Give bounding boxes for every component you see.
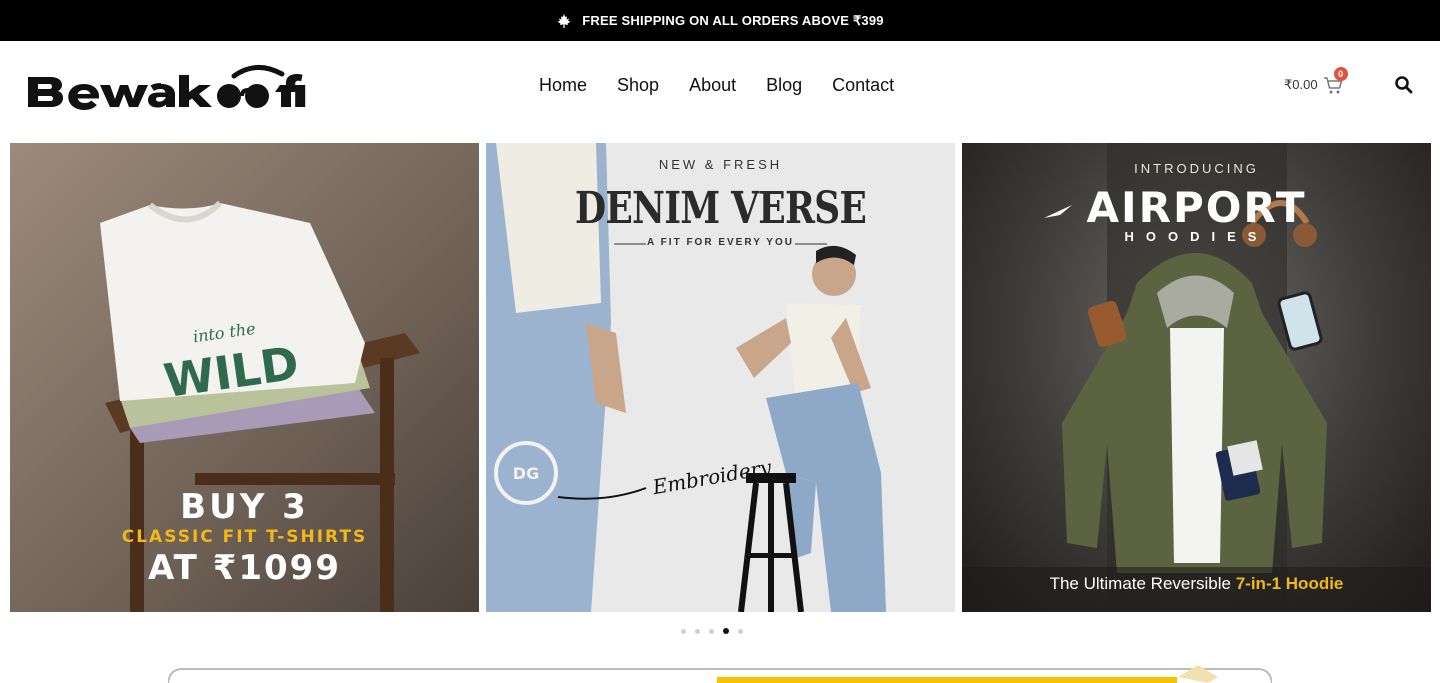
carousel-dot-3[interactable] [709, 628, 714, 634]
announcement-text: FREE SHIPPING ON ALL ORDERS ABOVE ₹399 [582, 12, 884, 28]
carousel-dots [681, 628, 743, 634]
site-header: Home Shop About Blog Contact ₹0.00 0 [0, 41, 1440, 142]
carousel-dot-1[interactable] [681, 628, 686, 634]
cart-button[interactable]: ₹0.00 0 [1284, 67, 1348, 96]
banner-tshirt-offer[interactable]: WILD into the BUY 3 CLASSIC FIT T-SHIRTS… [10, 143, 479, 612]
banner2-subtitle: A FIT FOR EVERY YOU [647, 237, 794, 248]
banner3-title: AIRPORT [1086, 183, 1307, 232]
announcement-bar: FREE SHIPPING ON ALL ORDERS ABOVE ₹399 [0, 0, 1440, 41]
banner3-tagline: The Ultimate Reversible 7-in-1 Hoodie [962, 574, 1431, 594]
banner1-line2: CLASSIC FIT T-SHIRTS [121, 527, 368, 547]
carousel-dot-5[interactable] [738, 628, 743, 634]
hero-carousel: WILD into the BUY 3 CLASSIC FIT T-SHIRTS… [10, 143, 1431, 612]
carousel-dot-4[interactable] [723, 628, 729, 634]
next-section-preview [167, 665, 1273, 683]
main-nav: Home Shop About Blog Contact [539, 75, 924, 96]
svg-text:DG: DG [513, 464, 539, 483]
banner1-line1: BUY 3 [180, 487, 309, 527]
banner3-subtitle: HOODIES [1124, 229, 1269, 244]
banner-denim-verse[interactable]: DG NEW & FRESH DENIM VERSE A FIT FOR EVE… [486, 143, 955, 612]
nav-blog[interactable]: Blog [766, 75, 802, 96]
carousel-dot-2[interactable] [695, 628, 700, 634]
cart-count-badge: 0 [1333, 67, 1348, 81]
banner2-kicker: NEW & FRESH [658, 157, 783, 172]
nav-shop[interactable]: Shop [617, 75, 659, 96]
banner3-tagline-highlight: 7-in-1 Hoodie [1235, 574, 1344, 593]
cart-total: ₹0.00 [1284, 77, 1318, 92]
nav-about[interactable]: About [689, 75, 736, 96]
banner2-title: DENIM VERSE [574, 183, 867, 234]
search-icon[interactable] [1394, 75, 1414, 95]
banner-airport-hoodies[interactable]: INTRODUCING AIRPORT HOODIES The Ultimate… [962, 143, 1431, 612]
nav-home[interactable]: Home [539, 75, 587, 96]
banner1-line3: AT ₹1099 [148, 548, 341, 588]
banner3-kicker: INTRODUCING [1134, 161, 1259, 176]
bewakoof-logo [28, 65, 306, 110]
brand-logo[interactable] [26, 60, 356, 110]
shopping-cart-icon: 0 [1322, 67, 1348, 96]
maple-leaf-icon [557, 13, 571, 28]
nav-contact[interactable]: Contact [832, 75, 894, 96]
banner3-tagline-prefix: The Ultimate Reversible [1049, 574, 1236, 593]
